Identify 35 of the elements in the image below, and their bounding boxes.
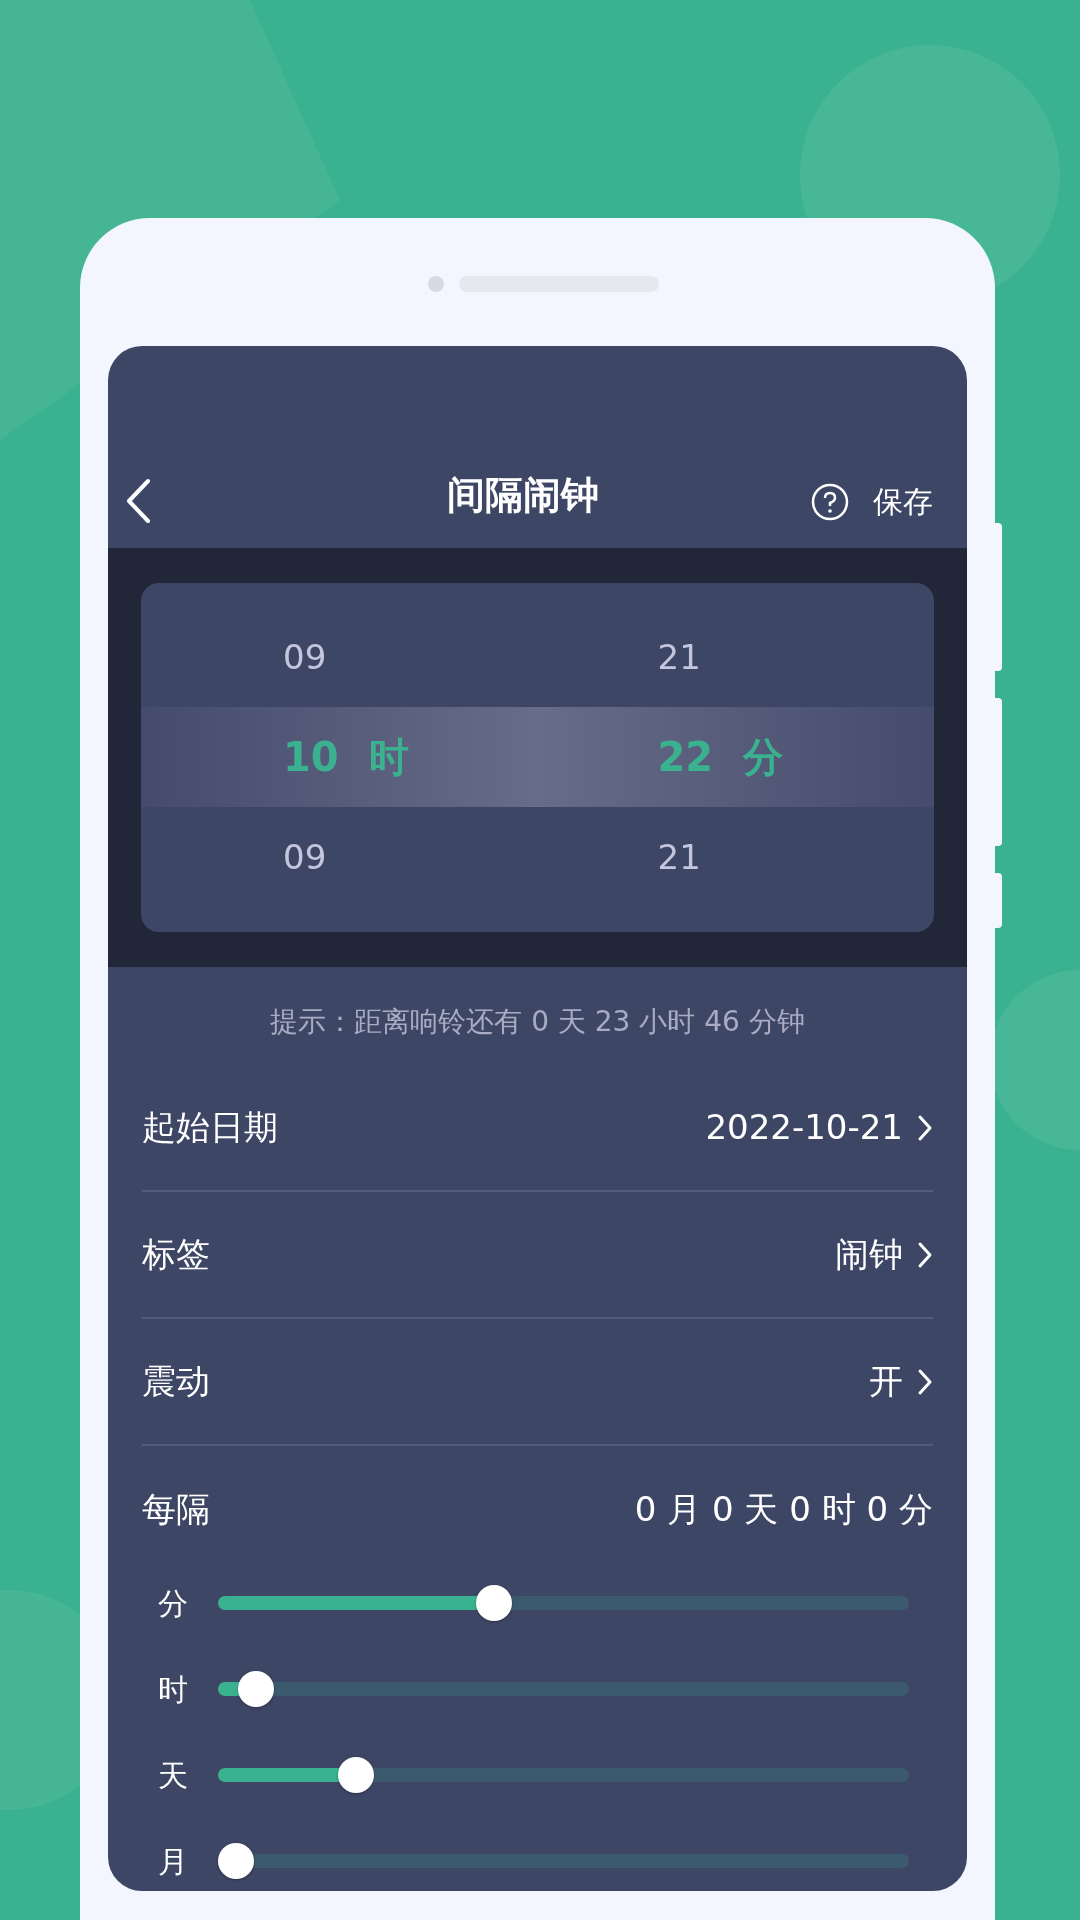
setting-label: 每隔 [142, 1488, 210, 1531]
setting-label: 起始日期 [142, 1106, 278, 1149]
chevron-icon [917, 1367, 933, 1396]
slider-label: 时 [158, 1670, 188, 1709]
setting-label: 标签 [142, 1233, 210, 1276]
chevron-icon [917, 1113, 933, 1142]
setting-value[interactable]: 2022-10-21 [705, 1102, 933, 1153]
unit-label: 时 [368, 733, 409, 782]
setting-value[interactable]: 开 [869, 1356, 933, 1407]
setting-value: 0 月 0 天 0 时 0 分 [634, 1488, 933, 1531]
slider-thumb[interactable] [476, 1585, 513, 1621]
slider-label: 天 [158, 1756, 188, 1795]
screen-title: 间隔闹钟 [446, 472, 599, 519]
slider-label: 分 [158, 1584, 188, 1623]
save-button[interactable]: 保存 [873, 479, 933, 524]
slider-track[interactable] [218, 1670, 909, 1708]
slider-thumb[interactable] [238, 1671, 274, 1707]
hint-text: 提示：距离响铃还有 0 天 23 小时 46 分钟 [269, 1004, 806, 1040]
help-icon[interactable] [811, 482, 849, 521]
slider-thumb[interactable] [218, 1843, 254, 1879]
setting-value[interactable]: 闹钟 [835, 1229, 933, 1280]
time-picker[interactable]: 09 10 时 09 21 22 分 21 [141, 583, 934, 932]
setting-label: 震动 [142, 1360, 210, 1403]
picker-value[interactable]: 21 [657, 631, 701, 683]
picker-value[interactable]: 09 [283, 631, 327, 683]
camera-dot [428, 276, 444, 292]
slider-thumb[interactable] [338, 1757, 375, 1793]
slider-track[interactable] [218, 1756, 909, 1794]
picker-value[interactable]: 21 [657, 831, 701, 883]
slider-label: 月 [158, 1842, 188, 1881]
slider-track[interactable] [218, 1584, 909, 1622]
picker-value[interactable]: 09 [283, 831, 327, 883]
slider-track[interactable] [218, 1842, 909, 1880]
unit-label: 分 [743, 733, 784, 782]
chevron-icon [917, 1240, 933, 1269]
